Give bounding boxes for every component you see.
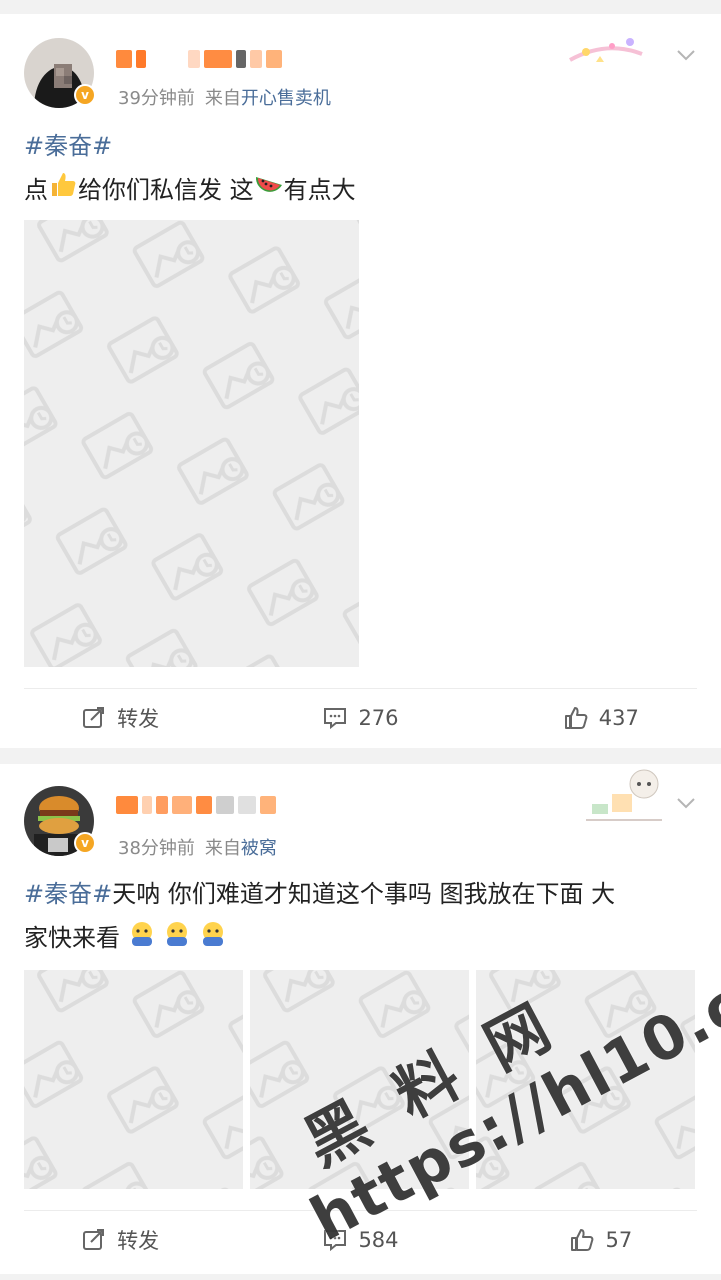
- post-time: 38分钟前: [118, 838, 195, 859]
- action-bar: 转发 584 57: [0, 1211, 721, 1269]
- repost-icon: [83, 707, 105, 728]
- source-prefix: 来自: [204, 88, 241, 109]
- image-placeholder-icon: [24, 970, 243, 1189]
- source-link[interactable]: 开心售卖机: [241, 88, 331, 109]
- verified-badge-icon: v: [74, 84, 96, 106]
- post-text: #秦奋# 点 给你们私信发 这 有点大: [24, 124, 701, 213]
- comment-count: 276: [358, 706, 399, 730]
- post-card[interactable]: v 39分钟前 来自开心售卖机 #秦奋# 点给你们私信发 这 有点大 转发 27…: [0, 14, 721, 748]
- username-redacted[interactable]: [116, 44, 282, 74]
- text-segment: 给你们私信发 这: [78, 176, 254, 204]
- weibo-feed: v 39分钟前 来自开心售卖机 #秦奋# 点给你们私信发 这 有点大 转发 27…: [0, 0, 721, 1280]
- thumbs-up-icon: [564, 707, 588, 729]
- facepalm-emoji-icon: [128, 917, 156, 961]
- avatar[interactable]: v: [24, 38, 96, 108]
- action-bar: 转发 276 437: [0, 689, 721, 747]
- hashtag-link[interactable]: #秦奋#: [24, 880, 112, 908]
- hashtag-link[interactable]: #秦奋#: [24, 132, 112, 160]
- post-time: 39分钟前: [118, 88, 195, 109]
- image-placeholder-icon: [476, 970, 695, 1189]
- source-link[interactable]: 被窝: [241, 838, 277, 859]
- post-image[interactable]: [24, 220, 359, 667]
- image-placeholder-icon: [24, 220, 359, 667]
- thumbs-up-icon: [571, 1229, 594, 1251]
- post-card[interactable]: v 38分钟前 来自被窝 #秦奋#天呐 你们难道才知道这个事吗 图我放在下面 大…: [0, 764, 721, 1274]
- text-segment: 家快来看: [24, 924, 120, 952]
- image-placeholder-icon: [250, 970, 469, 1189]
- post-meta: 38分钟前 来自被窝: [118, 834, 277, 860]
- comment-icon: [324, 708, 347, 730]
- post-image[interactable]: [24, 970, 243, 1189]
- facepalm-emoji-icon: [199, 917, 227, 961]
- post-text: #秦奋#天呐 你们难道才知道这个事吗 图我放在下面 大 家快来看: [24, 872, 701, 961]
- text-segment: 点: [24, 176, 48, 204]
- verified-badge-icon: v: [74, 832, 96, 854]
- decoration-sticker-icon: [586, 769, 662, 821]
- decoration-sticker-icon: [569, 38, 643, 62]
- comment-count: 584: [358, 1228, 399, 1252]
- text-segment: 天呐 你们难道才知道这个事吗 图我放在下面 大: [112, 880, 616, 908]
- text-segment: 有点大: [283, 176, 356, 204]
- chevron-down-icon[interactable]: [675, 44, 697, 66]
- post-meta: 39分钟前 来自开心售卖机: [118, 84, 331, 110]
- watermelon-emoji-icon: [254, 169, 284, 213]
- repost-button[interactable]: 转发: [0, 1211, 240, 1269]
- post-image[interactable]: [476, 970, 695, 1189]
- like-count: 437: [598, 706, 639, 730]
- comment-button[interactable]: 276: [240, 689, 480, 747]
- username-redacted[interactable]: [116, 790, 276, 820]
- comment-button[interactable]: 584: [240, 1211, 480, 1269]
- repost-button[interactable]: 转发: [0, 689, 240, 747]
- like-button[interactable]: 437: [481, 689, 721, 747]
- repost-label: 转发: [117, 1229, 160, 1253]
- thumbs-up-emoji-icon: [48, 169, 78, 213]
- repost-icon: [83, 1229, 105, 1250]
- facepalm-emoji-icon: [163, 917, 191, 961]
- avatar[interactable]: v: [24, 786, 96, 856]
- source-prefix: 来自: [204, 838, 241, 859]
- like-button[interactable]: 57: [481, 1211, 721, 1269]
- comment-icon: [324, 1230, 347, 1252]
- chevron-down-icon[interactable]: [675, 792, 697, 814]
- like-count: 57: [605, 1228, 633, 1252]
- repost-label: 转发: [117, 707, 160, 731]
- post-image[interactable]: [250, 970, 469, 1189]
